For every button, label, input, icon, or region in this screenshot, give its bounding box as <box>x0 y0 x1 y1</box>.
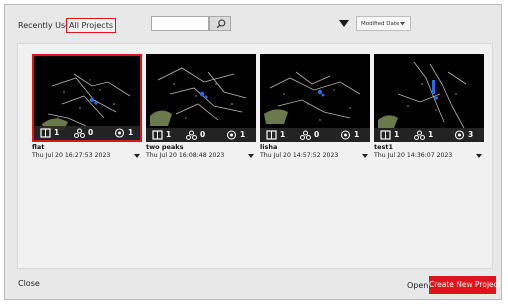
target-count: 1 <box>240 130 246 139</box>
project-stats: 1 0 1 <box>146 128 256 142</box>
tab-all-projects[interactable]: All Projects <box>66 18 116 33</box>
search-button[interactable] <box>209 16 231 31</box>
cluster-icon <box>74 128 85 138</box>
cluster-count: 1 <box>428 130 434 139</box>
close-button[interactable]: Close <box>18 279 40 288</box>
project-thumbnail[interactable]: 1 0 1 <box>146 54 256 142</box>
project-name: two peaks <box>146 143 184 151</box>
project-card[interactable]: 1 0 1 two peaks Thu Jul 20 16:08:48 2023 <box>146 54 256 164</box>
project-name: test1 <box>374 143 394 151</box>
project-grid: 1 0 1 flat Thu Jul 20 16:27:53 2023 1 0 … <box>17 43 493 269</box>
chevron-down-icon[interactable] <box>476 154 482 158</box>
open-button[interactable]: Open <box>407 281 428 290</box>
scan-count-icon <box>40 128 51 138</box>
cluster-icon <box>414 130 425 140</box>
chevron-down-icon[interactable] <box>248 154 254 158</box>
sort-select[interactable]: Modified Date <box>356 16 411 31</box>
cluster-count: 0 <box>88 128 94 137</box>
top-bar: Recently Used All Projects Modified Date <box>5 5 501 43</box>
project-card[interactable]: 1 1 3 test1 Thu Jul 20 14:36:07 2023 <box>374 54 484 164</box>
cluster-icon <box>300 130 311 140</box>
chevron-down-icon[interactable] <box>134 154 140 158</box>
project-dialog: Recently Used All Projects Modified Date <box>4 4 502 300</box>
target-count: 1 <box>128 128 134 137</box>
cluster-icon <box>186 130 197 140</box>
project-date: Thu Jul 20 14:57:52 2023 <box>260 152 339 159</box>
project-card[interactable]: 1 0 1 flat Thu Jul 20 16:27:53 2023 <box>32 54 142 164</box>
cluster-count: 0 <box>314 130 320 139</box>
target-icon <box>454 130 465 140</box>
target-icon <box>340 130 351 140</box>
scan-count-icon <box>380 130 391 140</box>
create-new-project-button[interactable]: Create New Project <box>429 276 501 294</box>
search-input[interactable] <box>151 16 209 31</box>
target-icon <box>226 130 237 140</box>
project-stats: 1 0 1 <box>34 126 140 140</box>
project-date: Thu Jul 20 16:08:48 2023 <box>146 152 225 159</box>
project-date: Thu Jul 20 14:36:07 2023 <box>374 152 453 159</box>
project-name: lisha <box>260 143 278 151</box>
project-date: Thu Jul 20 16:27:53 2023 <box>32 152 111 159</box>
search-icon <box>216 19 226 29</box>
project-card[interactable]: 1 0 1 lisha Thu Jul 20 14:57:52 2023 <box>260 54 370 164</box>
project-name: flat <box>32 143 45 151</box>
target-icon <box>114 128 125 138</box>
scan-count: 1 <box>166 130 172 139</box>
scan-count-icon <box>152 130 163 140</box>
target-count: 3 <box>468 130 474 139</box>
project-thumbnail[interactable]: 1 1 3 <box>374 54 484 142</box>
chevron-down-icon[interactable] <box>362 154 368 158</box>
chevron-down-icon <box>400 22 405 26</box>
scan-count: 1 <box>54 128 60 137</box>
project-thumbnail[interactable]: 1 0 1 <box>260 54 370 142</box>
scan-count: 1 <box>280 130 286 139</box>
cluster-count: 0 <box>200 130 206 139</box>
sort-select-value: Modified Date <box>361 21 400 27</box>
project-stats: 1 1 3 <box>374 128 484 142</box>
sort-direction-icon[interactable] <box>338 19 350 28</box>
target-count: 1 <box>354 130 360 139</box>
scan-count-icon <box>266 130 277 140</box>
project-stats: 1 0 1 <box>260 128 370 142</box>
project-thumbnail[interactable]: 1 0 1 <box>32 54 142 142</box>
scan-count: 1 <box>394 130 400 139</box>
